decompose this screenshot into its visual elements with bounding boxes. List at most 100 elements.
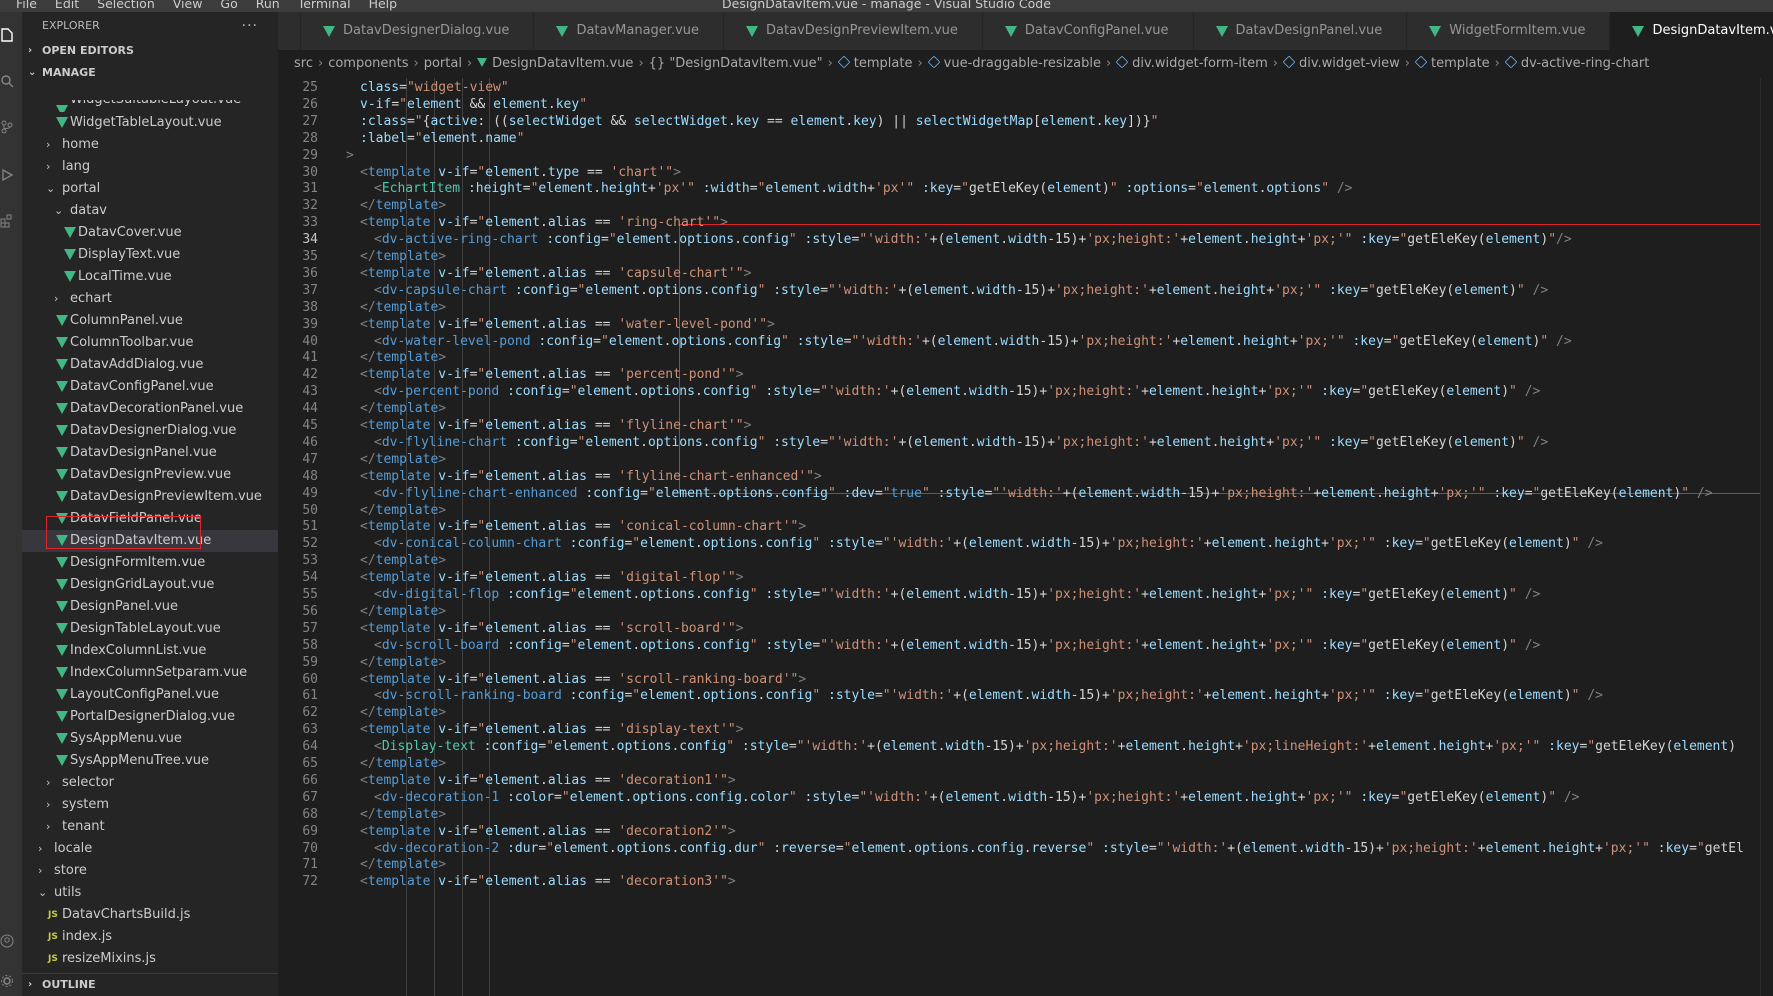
editor-scrollbar[interactable] (1760, 78, 1773, 996)
code-line[interactable]: <template v-if="element.alias == 'displa… (360, 722, 744, 737)
code-line[interactable]: </template> (360, 655, 446, 670)
menu-item-run[interactable]: Run (256, 0, 280, 11)
code-line[interactable]: </template> (360, 807, 446, 822)
tree-file[interactable]: ColumnPanel.vue (22, 310, 278, 332)
tab-designdatavitem-vue[interactable]: DesignDatavItem.vue✕ (1610, 12, 1773, 50)
code-line[interactable]: </template> (360, 198, 446, 213)
code-line[interactable]: <template v-if="element.alias == 'decora… (360, 773, 736, 788)
code-line[interactable]: class="widget-view" (360, 80, 509, 95)
breadcrumb-item[interactable]: div.widget-form-item (1115, 55, 1268, 71)
tree-folder[interactable]: › home (22, 134, 278, 156)
tree-folder[interactable]: › echart (22, 288, 278, 310)
code-line[interactable]: <dv-capsule-chart :config="element.optio… (374, 283, 1548, 298)
tree-file[interactable]: DesignTableLayout.vue (22, 618, 278, 640)
code-line[interactable]: <template v-if="element.alias == 'digita… (360, 570, 744, 585)
tab-overflow[interactable] (278, 12, 301, 50)
tree-file[interactable]: PortalDesignerDialog.vue (22, 706, 278, 728)
tree-file[interactable]: DatavConfigPanel.vue (22, 376, 278, 398)
tree-folder[interactable]: › locale (22, 838, 278, 860)
code-line[interactable]: </template> (360, 452, 446, 467)
tab-datavdesignpanel-vue[interactable]: DatavDesignPanel.vue (1193, 12, 1408, 50)
code-line[interactable]: <template v-if="element.alias == 'flylin… (360, 469, 822, 484)
account-icon[interactable] (0, 934, 14, 948)
open-editors-section[interactable]: › OPEN EDITORS (22, 40, 278, 62)
tab-datavmanager-vue[interactable]: DatavManager.vue (534, 12, 725, 50)
code-line[interactable]: <EchartItem :height="element.height+'px'… (374, 181, 1353, 196)
breadcrumb-item[interactable]: dv-active-ring-chart (1504, 55, 1649, 71)
code-line[interactable]: <dv-decoration-2 :dur="element.options.c… (374, 841, 1744, 856)
code-line[interactable]: <template v-if="element.alias == 'ring-c… (360, 215, 728, 230)
menu-item-view[interactable]: View (173, 0, 203, 11)
breadcrumb-item[interactable]: {} "DesignDatavItem.vue" (649, 56, 823, 71)
code-line[interactable]: <template v-if="element.alias == 'flylin… (360, 418, 751, 433)
tree-folder[interactable]: ⌄ utils (22, 882, 278, 904)
code-line[interactable]: <template v-if="element.alias == 'water-… (360, 317, 775, 332)
tree-folder[interactable]: › store (22, 860, 278, 882)
code-line[interactable]: <dv-flyline-chart-enhanced :config="elem… (374, 486, 1713, 501)
code-line[interactable]: <template v-if="element.alias == 'capsul… (360, 266, 751, 281)
breadcrumb-item[interactable]: src (294, 56, 313, 71)
tree-file[interactable]: IndexColumnSetparam.vue (22, 662, 278, 684)
tree-file[interactable]: DatavAddDialog.vue (22, 354, 278, 376)
tree-file[interactable]: DatavDesignPanel.vue (22, 442, 278, 464)
tab-datavconfigpanel-vue[interactable]: DatavConfigPanel.vue (982, 12, 1194, 50)
tree-file[interactable]: DatavDecorationPanel.vue (22, 398, 278, 420)
code-line[interactable]: <dv-percent-pond :config="element.option… (374, 384, 1540, 399)
code-line[interactable]: <dv-flyline-chart :config="element.optio… (374, 435, 1548, 450)
tree-folder[interactable]: › system (22, 794, 278, 816)
code-line[interactable]: </template> (360, 705, 446, 720)
breadcrumb-item[interactable]: components (328, 56, 408, 71)
breadcrumb-item[interactable]: DesignDatavItem.vue (477, 56, 633, 71)
tree-file[interactable]: DatavCover.vue (22, 222, 278, 244)
tree-file[interactable]: DesignGridLayout.vue (22, 574, 278, 596)
code-line[interactable]: v-if="element && element.key" (360, 97, 587, 112)
tree-file[interactable]: JS DatavChartsBuild.js (22, 904, 278, 926)
tree-file[interactable]: DisplayText.vue (22, 244, 278, 266)
code-line[interactable]: <template v-if="element.alias == 'decora… (360, 874, 736, 889)
explorer-icon[interactable] (0, 28, 14, 42)
code-line[interactable]: <dv-active-ring-chart :config="element.o… (374, 232, 1572, 247)
tree-file[interactable]: SysAppMenu.vue (22, 728, 278, 750)
breadcrumb-item[interactable]: portal (424, 56, 462, 71)
tree-folder[interactable]: ⌄ datav (22, 200, 278, 222)
tree-file[interactable]: DatavDesignerDialog.vue (22, 420, 278, 442)
outline-section[interactable]: › OUTLINE (22, 973, 278, 996)
more-actions-icon[interactable]: ··· (242, 12, 258, 40)
search-icon[interactable] (0, 74, 14, 88)
menu-item-file[interactable]: File (16, 0, 37, 11)
code-line[interactable]: <dv-water-level-pond :config="element.op… (374, 334, 1572, 349)
code-line[interactable]: <dv-conical-column-chart :config="elemen… (374, 536, 1603, 551)
breadcrumb-item[interactable]: div.widget-view (1282, 55, 1400, 71)
menu-item-help[interactable]: Help (369, 0, 398, 11)
code-line[interactable]: > (346, 148, 354, 163)
menu-item-go[interactable]: Go (220, 0, 237, 11)
code-line[interactable]: <template v-if="element.alias == 'scroll… (360, 672, 806, 687)
code-line[interactable]: <template v-if="element.alias == 'percen… (360, 367, 744, 382)
tree-file[interactable]: JS index.js (22, 926, 278, 948)
menu-item-edit[interactable]: Edit (55, 0, 79, 11)
tree-file[interactable]: DesignFormItem.vue (22, 552, 278, 574)
menu-item-terminal[interactable]: Terminal (298, 0, 351, 11)
code-line[interactable]: </template> (360, 553, 446, 568)
code-line[interactable]: <template v-if="element.alias == 'decora… (360, 824, 736, 839)
tree-file[interactable]: LocalTime.vue (22, 266, 278, 288)
tree-file[interactable]: DesignPanel.vue (22, 596, 278, 618)
code-line[interactable]: </template> (360, 503, 446, 518)
tree-folder[interactable]: › tenant (22, 816, 278, 838)
tree-file[interactable]: DatavDesignPreviewItem.vue (22, 486, 278, 508)
tree-file[interactable]: DatavDesignPreview.vue (22, 464, 278, 486)
code-line[interactable]: </template> (360, 249, 446, 264)
code-line[interactable]: <dv-decoration-1 :color="element.options… (374, 790, 1580, 805)
tab-widgetformitem-vue[interactable]: WidgetFormItem.vue (1407, 12, 1611, 50)
breadcrumb-item[interactable]: template (1414, 55, 1490, 71)
tree-file[interactable]: JS resizeMixins.js (22, 948, 278, 970)
tree-folder[interactable]: › lang (22, 156, 278, 178)
source-control-icon[interactable] (0, 120, 14, 134)
workspace-root-section[interactable]: ⌄ MANAGE (22, 62, 278, 84)
code-line[interactable]: </template> (360, 401, 446, 416)
code-line[interactable]: </template> (360, 857, 446, 872)
code-line[interactable]: <dv-scroll-ranking-board :config="elemen… (374, 688, 1603, 703)
code-line[interactable]: :class="{active: ((selectWidget && selec… (360, 114, 1158, 129)
code-line[interactable]: <Display-text :config="element.options.c… (374, 739, 1736, 754)
extensions-icon[interactable] (0, 214, 14, 228)
